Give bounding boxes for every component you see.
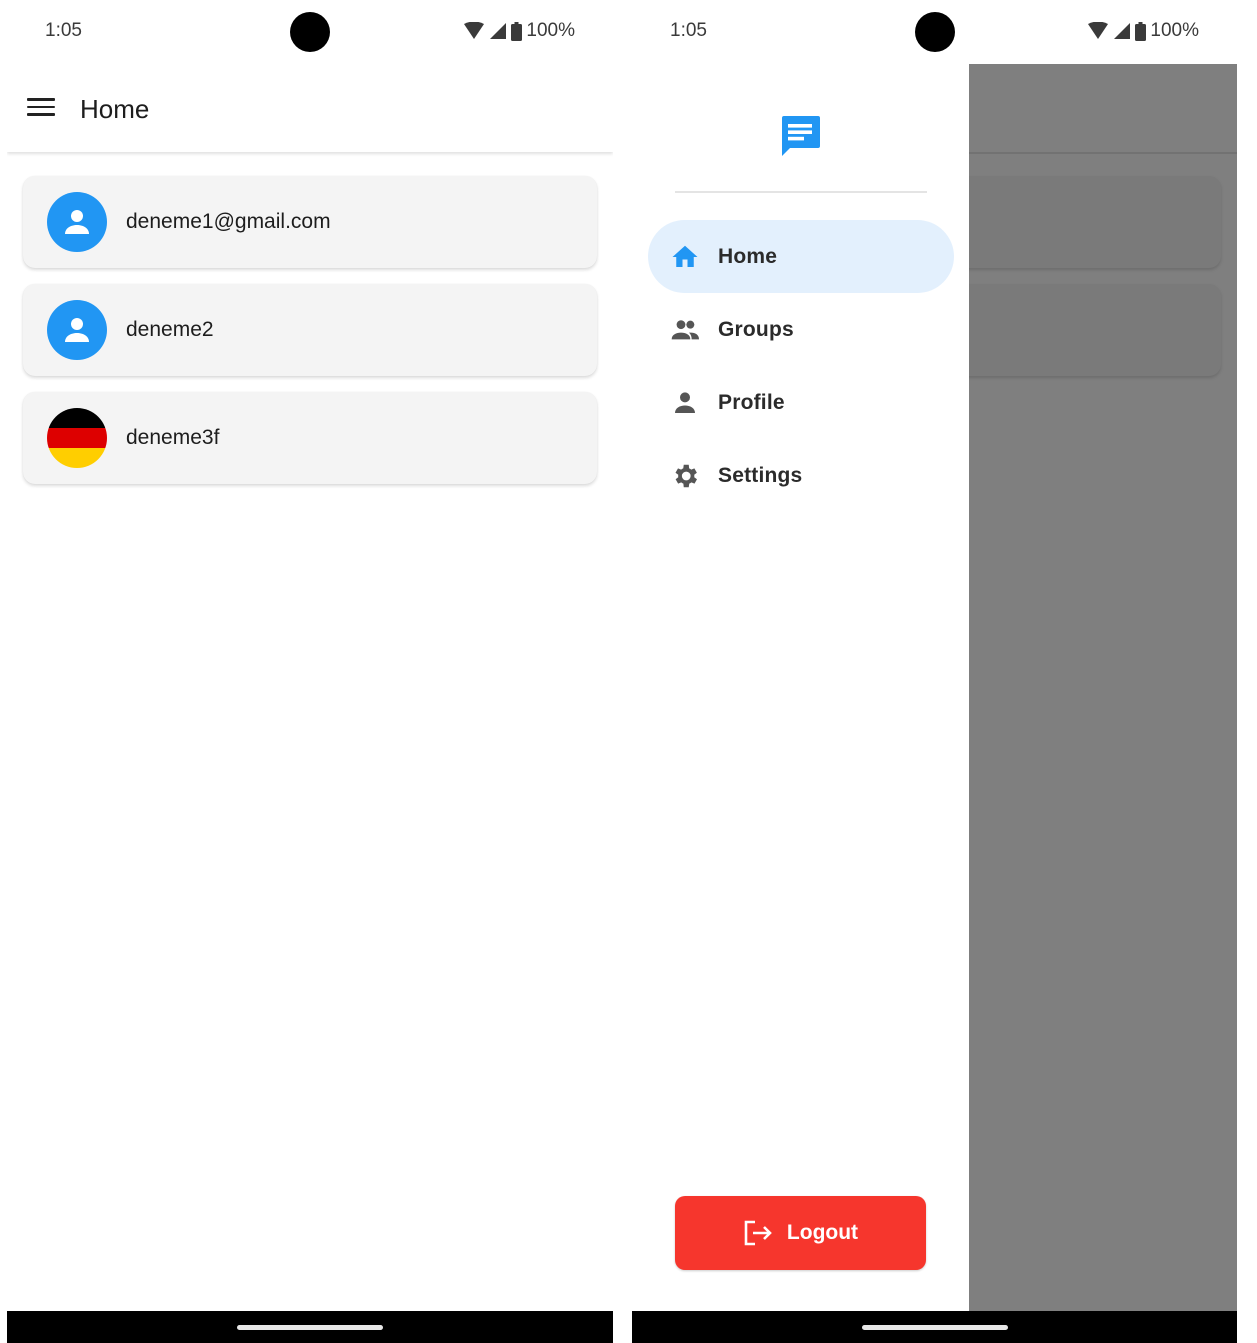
signal-icon xyxy=(1114,23,1131,39)
groups-icon xyxy=(669,314,701,346)
home-screen: 1:05 100% Home deneme1@gmail.com deneme2 xyxy=(7,0,613,1343)
logout-label: Logout xyxy=(786,1221,859,1244)
user-card[interactable]: deneme1@gmail.com xyxy=(23,176,597,268)
wifi-icon xyxy=(464,22,485,39)
drawer-item-home[interactable]: Home xyxy=(648,220,954,293)
home-gesture-handle[interactable] xyxy=(861,1325,1008,1330)
signal-icon xyxy=(490,23,507,39)
system-nav-bar xyxy=(632,1311,1237,1343)
user-name: deneme2 xyxy=(126,318,214,341)
drawer-scrim[interactable] xyxy=(939,64,1237,1313)
status-time: 1:05 xyxy=(45,20,82,41)
dimmed-user-card xyxy=(939,176,1221,268)
status-icons: 100% xyxy=(1087,20,1199,42)
system-nav-bar xyxy=(7,1311,613,1343)
logout-button[interactable]: Logout xyxy=(675,1196,926,1270)
status-bar: 1:05 100% xyxy=(7,0,613,64)
drawer-item-label: Groups xyxy=(718,317,794,341)
gear-icon xyxy=(669,460,701,492)
person-icon xyxy=(47,192,107,252)
hamburger-menu-icon[interactable] xyxy=(27,98,55,120)
drawer-screen: 1:05 100% Home Groups Profile Settings L… xyxy=(632,0,1237,1343)
logout-icon xyxy=(744,1220,772,1246)
person-icon xyxy=(669,387,701,419)
drawer-item-settings[interactable]: Settings xyxy=(648,439,954,512)
user-list: deneme1@gmail.com deneme2 deneme3f xyxy=(23,176,597,500)
user-card[interactable]: deneme3f xyxy=(23,392,597,484)
camera-cutout xyxy=(915,12,955,52)
drawer-item-groups[interactable]: Groups xyxy=(648,293,954,366)
person-icon xyxy=(47,300,107,360)
camera-cutout xyxy=(290,12,330,52)
battery-percent: 100% xyxy=(526,20,575,41)
battery-percent: 100% xyxy=(1150,20,1199,41)
germany-flag-icon xyxy=(47,408,107,468)
drawer-item-label: Profile xyxy=(718,390,785,414)
drawer-item-label: Home xyxy=(718,244,778,268)
status-bar: 1:05 100% xyxy=(632,0,1237,64)
battery-icon xyxy=(1135,21,1147,41)
status-icons: 100% xyxy=(463,20,575,42)
status-time: 1:05 xyxy=(670,20,707,41)
home-gesture-handle[interactable] xyxy=(237,1325,383,1330)
wifi-icon xyxy=(1088,22,1109,39)
page-title: Home xyxy=(80,94,150,124)
drawer-divider xyxy=(675,191,927,193)
navigation-drawer: Home Groups Profile Settings Logout xyxy=(632,64,969,1313)
user-name: deneme1@gmail.com xyxy=(126,210,331,233)
home-icon xyxy=(669,241,701,273)
drawer-item-profile[interactable]: Profile xyxy=(648,366,954,439)
app-bar: Home xyxy=(7,64,613,152)
battery-icon xyxy=(511,21,523,41)
drawer-item-label: Settings xyxy=(718,463,803,487)
chat-icon xyxy=(776,112,824,160)
dimmed-user-card xyxy=(939,284,1221,376)
user-card[interactable]: deneme2 xyxy=(23,284,597,376)
user-name: deneme3f xyxy=(126,426,220,449)
